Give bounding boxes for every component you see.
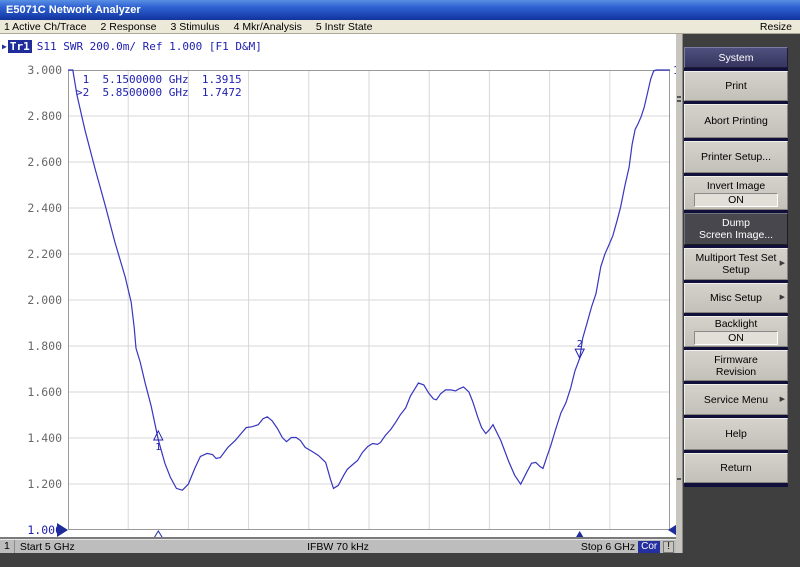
softkey-label: Setup <box>722 264 749 276</box>
softkey-scroll-strip[interactable] <box>676 34 683 553</box>
softkey-label: Screen Image... <box>699 229 773 241</box>
y-axis-tick-label: 2.600 <box>0 155 62 169</box>
trace-info-bar: ▶ Tr1 S11 SWR 200.0m/ Ref 1.000 [F1 D&M] <box>2 39 262 53</box>
submenu-arrow-icon: ▶ <box>780 394 785 406</box>
submenu-arrow-icon: ▶ <box>780 292 785 304</box>
y-axis-tick-label: 3.000 <box>0 63 62 77</box>
marker-1-number: 1 <box>155 442 161 453</box>
correction-badge: Cor <box>638 541 660 553</box>
softkey-help[interactable]: Help <box>684 418 788 450</box>
window-title: E5071C Network Analyzer <box>6 4 141 16</box>
softkey-label: Revision <box>716 366 756 378</box>
softkey-label: Misc Setup <box>710 292 762 304</box>
menu-item-4[interactable]: 4 Mkr/Analysis <box>234 21 302 33</box>
menu-bar: 1 Active Ch/Trace 2 Response 3 Stimulus 4 M… <box>0 20 800 34</box>
softkey-printer-setup[interactable]: Printer Setup... <box>684 141 788 173</box>
marker-readout-line-1: 1 5.1500000 GHz 1.3915 <box>76 73 242 86</box>
menu-item-3[interactable]: 3 Stimulus <box>171 21 220 33</box>
softkey-label: Printer Setup... <box>701 151 771 163</box>
softkey-label: Firmware <box>714 354 758 366</box>
menu-items: 1 Active Ch/Trace 2 Response 3 Stimulus 4 M… <box>0 21 372 33</box>
y-axis-tick-label: 1.800 <box>0 339 62 353</box>
marker-2-number: 2 <box>577 339 583 350</box>
y-axis-tick-label: 2.000 <box>0 293 62 307</box>
softkey-abort-printing[interactable]: Abort Printing <box>684 104 788 138</box>
softkey-multiport-test-set-setup[interactable]: Multiport Test SetSetup ▶ <box>684 248 788 280</box>
softkey-misc-setup[interactable]: Misc Setup ▶ <box>684 283 788 313</box>
plot-area: 112 1 5.1500000 GHz 1.3915>2 5.8500000 G… <box>68 70 670 540</box>
softkey-label: Dump <box>722 217 750 229</box>
softkey-firmware-revision[interactable]: FirmwareRevision <box>684 350 788 381</box>
swr-chart: 112 <box>68 70 670 540</box>
menu-item-1[interactable]: 1 Active Ch/Trace <box>4 21 86 33</box>
scroll-strip-mark <box>677 478 681 480</box>
softkey-menu-title-label: System <box>718 52 753 64</box>
y-axis-tick-label: 1.000 <box>0 523 62 537</box>
submenu-arrow-icon: ▶ <box>780 258 785 270</box>
softkey-return[interactable]: Return <box>684 453 788 483</box>
stop-frequency: Stop 6 GHz <box>581 541 635 553</box>
ref-level-left-icon <box>57 523 68 537</box>
y-axis-tick-label: 1.400 <box>0 431 62 445</box>
softkey-label: Backlight <box>715 318 758 330</box>
y-axis-tick-label: 2.800 <box>0 109 62 123</box>
softkey-label: Service Menu <box>704 394 768 406</box>
window-title-bar: E5071C Network Analyzer <box>0 0 800 20</box>
alert-indicator: ! <box>663 541 674 553</box>
softkey-menu: System Print Abort Printing Printer Setup..… <box>684 47 788 487</box>
scroll-strip-mark <box>677 100 681 102</box>
softkey-service-menu[interactable]: Service Menu ▶ <box>684 384 788 415</box>
instrument-screen: ▶ Tr1 S11 SWR 200.0m/ Ref 1.000 [F1 D&M]… <box>0 34 676 553</box>
y-axis-tick-label: 2.200 <box>0 247 62 261</box>
softkey-label: Print <box>725 80 747 92</box>
ifbw-readout: IFBW 70 kHz <box>0 541 676 553</box>
y-axis-tick-label: 1.600 <box>0 385 62 399</box>
softkey-invert-image[interactable]: Invert ImageON <box>684 176 788 210</box>
y-axis-tick-label: 2.400 <box>0 201 62 215</box>
menu-item-5[interactable]: 5 Instr State <box>316 21 373 33</box>
softkey-label: Multiport Test Set <box>696 252 777 264</box>
softkey-label: Abort Printing <box>704 115 768 127</box>
softkey-print[interactable]: Print <box>684 71 788 101</box>
scroll-strip-mark <box>677 96 681 98</box>
marker-readout: 1 5.1500000 GHz 1.3915>2 5.8500000 GHz 1… <box>76 73 242 99</box>
trace-label[interactable]: Tr1 <box>8 40 32 53</box>
marker-readout-line-2: >2 5.8500000 GHz 1.7472 <box>76 86 242 99</box>
menu-item-resize[interactable]: Resize <box>760 20 792 34</box>
softkey-label: Return <box>720 462 752 474</box>
softkey-label: Invert Image <box>707 180 765 192</box>
y-axis-tick-label: 1.200 <box>0 477 62 491</box>
softkey-backlight[interactable]: BacklightON <box>684 316 788 347</box>
softkey-label: Help <box>725 428 747 440</box>
menu-item-2[interactable]: 2 Response <box>100 21 156 33</box>
softkey-state-indicator: ON <box>694 193 778 207</box>
active-trace-arrow-icon: ▶ <box>2 42 7 51</box>
softkey-sidebar: System Print Abort Printing Printer Setup..… <box>676 34 800 567</box>
channel-status-bar: 1 Start 5 GHz IFBW 70 kHz Stop 6 GHz Cor… <box>0 539 676 553</box>
trace-format-text: S11 SWR 200.0m/ Ref 1.000 [F1 D&M] <box>37 40 262 53</box>
softkey-dump-screen-image[interactable]: DumpScreen Image... <box>684 213 788 245</box>
softkey-menu-title: System <box>684 47 788 68</box>
softkey-state-indicator: ON <box>694 331 778 345</box>
